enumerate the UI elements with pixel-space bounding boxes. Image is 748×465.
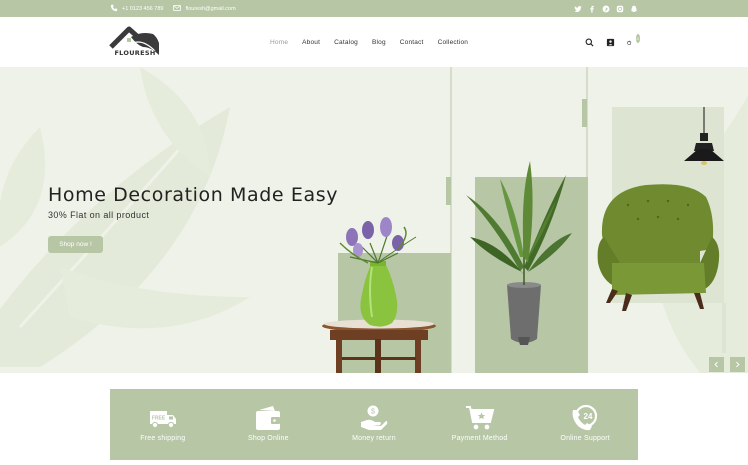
feature-free-shipping: FREE Free shipping: [110, 389, 216, 460]
hero-slider: Home Decoration Made Easy 30% Flat on al…: [0, 67, 748, 373]
free-badge-text: FREE: [152, 416, 166, 422]
snapchat-icon[interactable]: [630, 5, 638, 13]
feature-label: Shop Online: [248, 435, 289, 442]
email-link[interactable]: flouresh@gmail.com: [173, 4, 236, 14]
header-actions: 0: [585, 17, 640, 67]
slider-prev-button[interactable]: [709, 357, 724, 372]
pinterest-icon[interactable]: [602, 5, 610, 13]
main-nav: Home About Catalog Blog Contact Collecti…: [270, 17, 482, 67]
feature-online-support: 24 Online Support: [532, 389, 638, 460]
truck-icon: FREE: [148, 404, 178, 432]
twitter-icon[interactable]: [574, 5, 582, 13]
feature-label: Payment Method: [451, 435, 508, 442]
features-bar: FREE Free shipping Shop Online $ Money r…: [110, 389, 638, 460]
phone-link[interactable]: +1 0123 456 789: [110, 4, 163, 14]
feature-label: Free shipping: [140, 435, 186, 442]
site-header: FLOURESH Home About Catalog Blog Contact…: [0, 17, 748, 67]
chevron-left-icon: [714, 361, 718, 368]
feature-payment-method: Payment Method: [427, 389, 533, 460]
facebook-icon[interactable]: [588, 5, 596, 13]
nav-collection[interactable]: Collection: [438, 39, 469, 46]
feature-label: Online Support: [560, 435, 610, 442]
hero-product-collage: [322, 67, 726, 373]
nav-about[interactable]: About: [302, 39, 320, 46]
svg-text:$: $: [371, 409, 375, 416]
wallet-icon: [253, 404, 283, 432]
search-icon[interactable]: [585, 38, 594, 47]
phone-number: +1 0123 456 789: [122, 5, 164, 12]
cart-button[interactable]: 0: [627, 33, 640, 47]
cart-icon: [465, 404, 495, 432]
slider-next-button[interactable]: [730, 357, 745, 372]
top-bar: +1 0123 456 789 flouresh@gmail.com: [0, 0, 748, 17]
account-icon[interactable]: [606, 38, 615, 47]
social-links: [574, 0, 638, 17]
armchair-image: [597, 184, 720, 311]
cart-count-badge: 0: [635, 33, 640, 43]
feature-label: Money return: [352, 435, 396, 442]
phone-icon: [110, 4, 118, 14]
feature-shop-online: Shop Online: [216, 389, 322, 460]
logo[interactable]: FLOURESH: [109, 25, 161, 59]
support-24-icon: 24: [570, 404, 600, 432]
support-badge-text: 24: [584, 412, 593, 421]
nav-catalog[interactable]: Catalog: [334, 39, 358, 46]
feature-money-return: $ Money return: [321, 389, 427, 460]
nav-blog[interactable]: Blog: [372, 39, 386, 46]
money-hand-icon: $: [359, 404, 389, 432]
nav-contact[interactable]: Contact: [400, 39, 424, 46]
mail-icon: [173, 4, 182, 14]
email-address: flouresh@gmail.com: [185, 5, 236, 12]
shopping-bag-icon: [627, 39, 632, 45]
side-table-image: [322, 319, 436, 373]
instagram-icon[interactable]: [616, 5, 624, 13]
chevron-right-icon: [736, 361, 740, 368]
nav-home[interactable]: Home: [270, 39, 288, 46]
logo-text: FLOURESH: [114, 49, 156, 57]
contact-info: +1 0123 456 789 flouresh@gmail.com: [110, 0, 240, 17]
